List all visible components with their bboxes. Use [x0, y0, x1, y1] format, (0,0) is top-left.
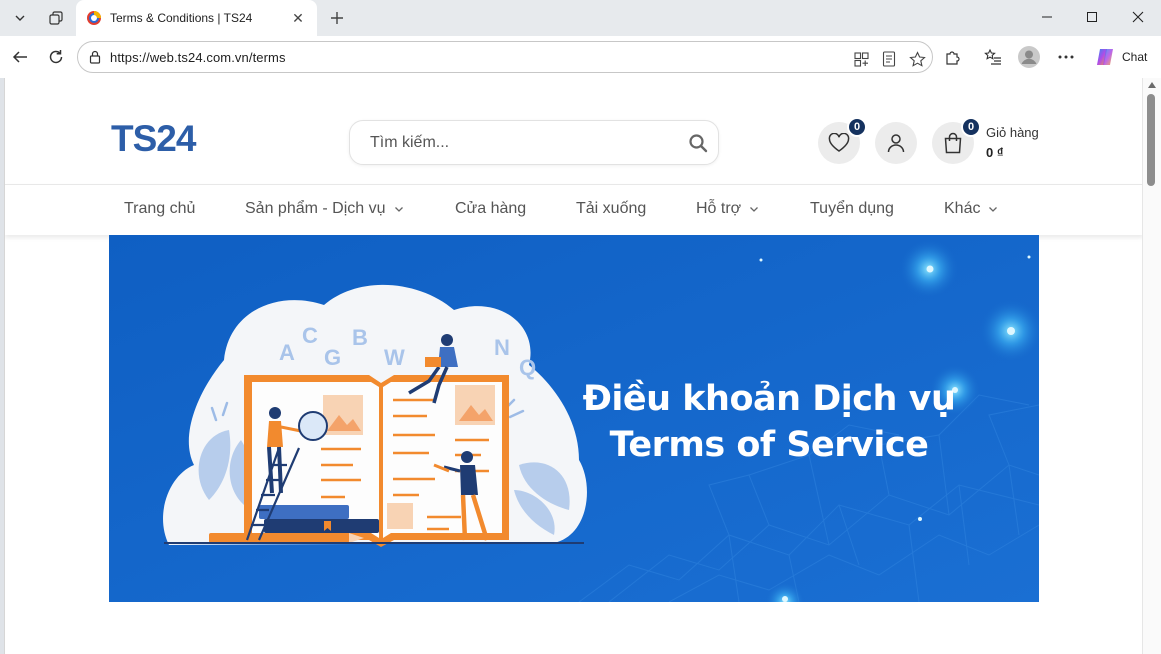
menu-item-careers[interactable]: Tuyển dụng: [810, 200, 894, 218]
wishlist-count-badge: 0: [847, 117, 867, 137]
more-menu-icon[interactable]: [1054, 45, 1078, 69]
menu-item-products-services[interactable]: Sản phẩm - Dịch vụ: [245, 200, 404, 218]
menu-item-label: Trang chủ: [124, 200, 196, 217]
cart-total: 0 ₫: [986, 145, 1004, 160]
terms-hero-banner: A C G B W N Q Điều khoản Dịch vụ Terms o…: [109, 235, 1039, 602]
window-close-icon[interactable]: [1115, 0, 1161, 34]
banner-title-vietnamese: Điều khoản Dịch vụ: [582, 379, 956, 419]
menu-item-label: Tuyển dụng: [810, 200, 894, 217]
workspaces-icon[interactable]: [42, 5, 70, 31]
svg-text:W: W: [384, 345, 405, 370]
extensions-puzzle-icon[interactable]: [941, 45, 965, 69]
wishlist-button[interactable]: 0: [818, 117, 867, 164]
search-box: [349, 120, 719, 165]
svg-text:B: B: [352, 325, 368, 350]
tab-title: Terms & Conditions | TS24: [110, 11, 253, 25]
banner-title-english: Terms of Service: [609, 425, 929, 465]
site-logo[interactable]: TS24: [111, 118, 196, 160]
chevron-down-icon: [750, 207, 759, 212]
copilot-chat-button[interactable]: Chat: [1090, 43, 1152, 71]
address-url[interactable]: https://web.ts24.com.vn/terms: [110, 50, 286, 65]
svg-text:A: A: [279, 340, 295, 365]
favorites-list-icon[interactable]: [981, 45, 1005, 69]
cart-summary[interactable]: Giỏ hàng 0 ₫: [986, 125, 1039, 160]
site-info-lock-icon[interactable]: [88, 50, 102, 64]
chat-label: Chat: [1122, 50, 1148, 64]
minimize-icon[interactable]: [1024, 0, 1070, 34]
scroll-up-arrow-icon[interactable]: [1148, 82, 1156, 88]
browser-toolbar: https://web.ts24.com.vn/terms Chat: [0, 36, 1161, 78]
menu-item-store[interactable]: Cửa hàng: [455, 200, 526, 218]
search-input[interactable]: [370, 132, 670, 154]
menu-item-label: Hỗ trợ: [696, 200, 742, 217]
tab-actions-chevron-down-icon[interactable]: [6, 5, 34, 31]
shopping-bag-icon: [944, 132, 962, 154]
page-viewport: TS24 0 0 Giỏ hàng 0 ₫ Trang chủ Sản phẩm…: [4, 78, 1142, 654]
chevron-down-icon: [394, 207, 403, 212]
chevron-down-icon: [989, 207, 998, 212]
address-bar[interactable]: https://web.ts24.com.vn/terms: [77, 41, 933, 73]
search-icon[interactable]: [688, 133, 708, 153]
new-tab-plus-icon[interactable]: [324, 5, 350, 31]
page-scrollbar[interactable]: [1142, 78, 1161, 654]
account-button[interactable]: [875, 122, 917, 164]
menu-item-other[interactable]: Khác: [944, 200, 998, 218]
browser-tab-strip: Terms & Conditions | TS24 ✕: [0, 0, 1161, 36]
menu-item-home[interactable]: Trang chủ: [124, 200, 195, 218]
menu-item-support[interactable]: Hỗ trợ: [696, 200, 759, 218]
svg-text:N: N: [494, 335, 510, 360]
favorite-star-icon[interactable]: [908, 50, 926, 68]
copilot-icon: [1097, 49, 1113, 65]
user-icon: [887, 134, 905, 153]
site-favicon-icon: [87, 11, 101, 25]
cart-count-badge: 0: [961, 117, 981, 137]
browser-tab-active[interactable]: Terms & Conditions | TS24 ✕: [76, 0, 317, 36]
banner-title: Điều khoản Dịch vụ Terms of Service: [549, 376, 989, 468]
scroll-thumb[interactable]: [1147, 94, 1155, 186]
svg-text:Q: Q: [519, 355, 536, 380]
menu-item-label: Cửa hàng: [455, 200, 527, 217]
menu-item-downloads[interactable]: Tải xuống: [576, 200, 646, 218]
main-menu: Trang chủ Sản phẩm - Dịch vụ Cửa hàng Tả…: [5, 184, 1142, 235]
tab-close-icon[interactable]: ✕: [289, 10, 307, 27]
cart-label: Giỏ hàng: [986, 125, 1039, 140]
menu-item-label: Tải xuống: [576, 200, 647, 217]
app-available-icon[interactable]: [852, 50, 870, 68]
menu-item-label: Sản phẩm - Dịch vụ: [245, 200, 386, 217]
svg-text:C: C: [302, 323, 318, 348]
refresh-icon[interactable]: [42, 43, 70, 71]
svg-text:G: G: [324, 345, 341, 370]
menu-item-label: Khác: [944, 200, 981, 217]
reader-mode-icon[interactable]: [880, 50, 898, 68]
heart-icon: [828, 133, 850, 152]
maximize-icon[interactable]: [1069, 0, 1115, 34]
cart-button[interactable]: 0: [932, 117, 981, 164]
profile-avatar-icon[interactable]: [1017, 45, 1041, 69]
back-arrow-icon[interactable]: [6, 43, 34, 71]
site-header: TS24 0 0 Giỏ hàng 0 ₫: [5, 78, 1142, 184]
